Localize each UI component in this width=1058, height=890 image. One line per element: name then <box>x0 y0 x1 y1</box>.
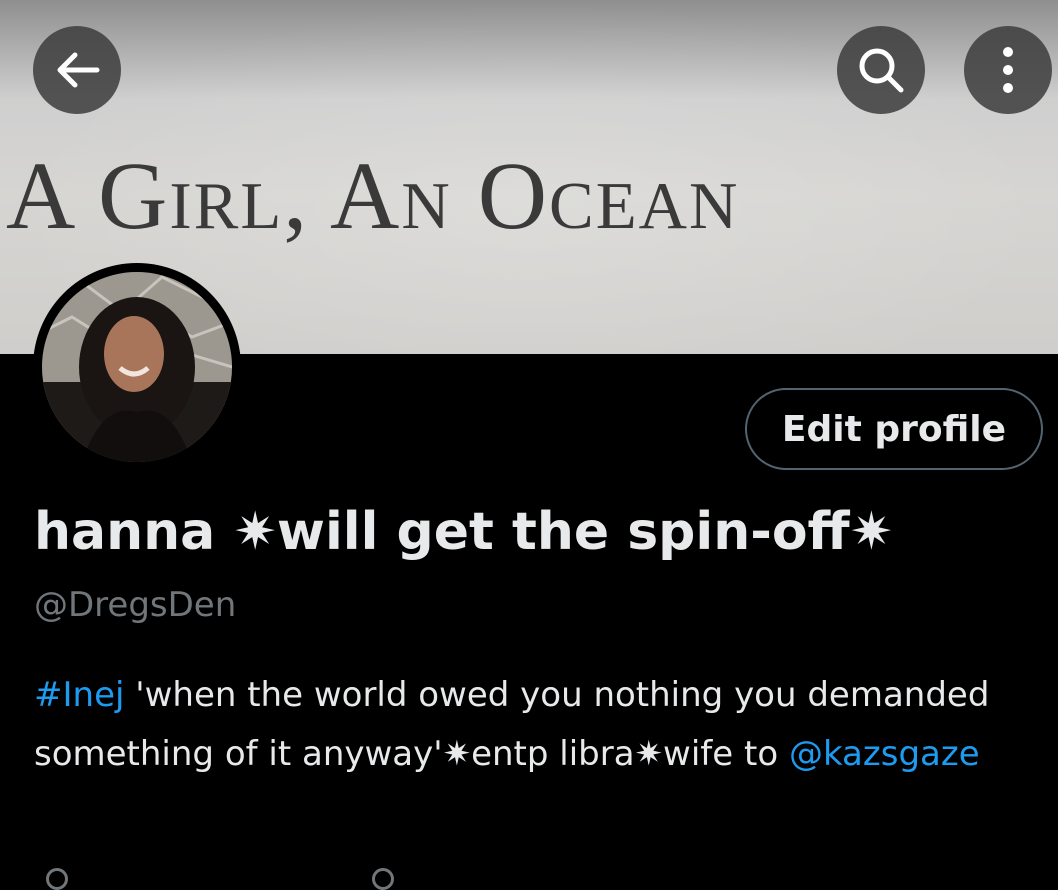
calendar-icon <box>372 868 394 890</box>
mention-link[interactable]: @kazsgaze <box>789 734 980 774</box>
display-name: hanna ✷will get the spin-off✷ <box>34 502 894 562</box>
profile-meta-row <box>34 868 1034 890</box>
edit-profile-button[interactable]: Edit profile <box>745 388 1043 470</box>
hashtag-link[interactable]: #Inej <box>34 675 124 715</box>
location-icon <box>46 868 68 890</box>
user-handle: @DregsDen <box>34 585 237 625</box>
avatar[interactable] <box>33 263 241 471</box>
avatar-photo <box>42 272 232 462</box>
search-icon <box>859 48 904 93</box>
bio: #Inej 'when the world owed you nothing y… <box>34 666 1034 784</box>
back-button[interactable] <box>33 26 121 114</box>
banner-text: A Girl, An Ocean <box>6 142 740 249</box>
search-button[interactable] <box>837 26 925 114</box>
avatar-image <box>42 272 232 462</box>
more-vertical-icon <box>1003 47 1013 93</box>
more-options-button[interactable] <box>964 26 1052 114</box>
arrow-left-icon <box>57 52 100 88</box>
